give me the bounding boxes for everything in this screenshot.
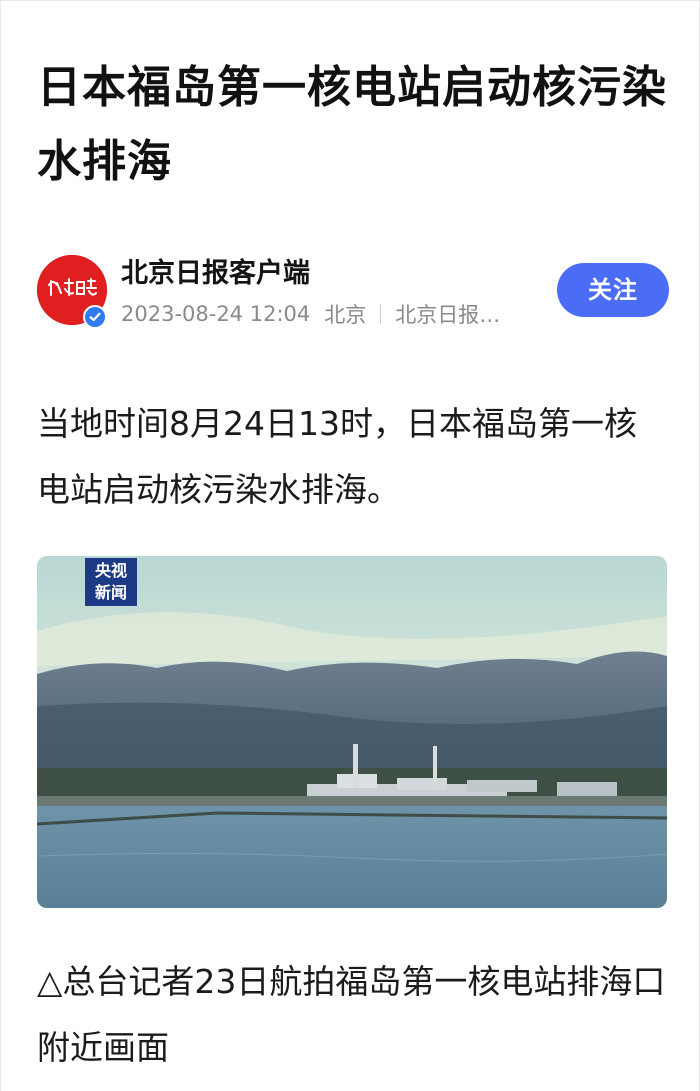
cctv-news-watermark: 央视 新闻 <box>85 558 137 606</box>
article-photo[interactable]: 央视 新闻 <box>37 556 667 908</box>
watermark-line1: 央视 <box>94 561 127 580</box>
article-headline: 日本福岛第一核电站启动核污染水排海 <box>37 62 667 187</box>
meta-divider <box>380 304 382 324</box>
publish-time: 2023-08-24 12:04 <box>121 302 311 326</box>
follow-button[interactable]: 关注 <box>557 263 669 317</box>
author-name[interactable]: 北京日报客户端 <box>121 251 310 290</box>
avatar[interactable] <box>37 255 107 329</box>
article-page: 日本福岛第一核电站启动核污染水排海 北京日报客户端 2023-08-24 12:… <box>0 0 700 1091</box>
coastal-plant-photo <box>37 556 667 908</box>
author-meta: 2023-08-24 12:04 北京 北京日报… <box>121 299 500 329</box>
photo-caption: △总台记者23日航拍福岛第一核电站排海口附近画面 <box>37 962 666 1067</box>
verified-badge-icon <box>83 305 107 329</box>
article-body: 当地时间8月24日13时，日本福岛第一核电站启动核污染水排海。 <box>37 404 637 509</box>
author-row: 北京日报客户端 2023-08-24 12:04 北京 北京日报… 关注 <box>37 247 669 331</box>
publish-source[interactable]: 北京日报… <box>395 299 500 329</box>
watermark-line2: 新闻 <box>94 583 127 602</box>
publish-location: 北京 <box>324 303 367 327</box>
